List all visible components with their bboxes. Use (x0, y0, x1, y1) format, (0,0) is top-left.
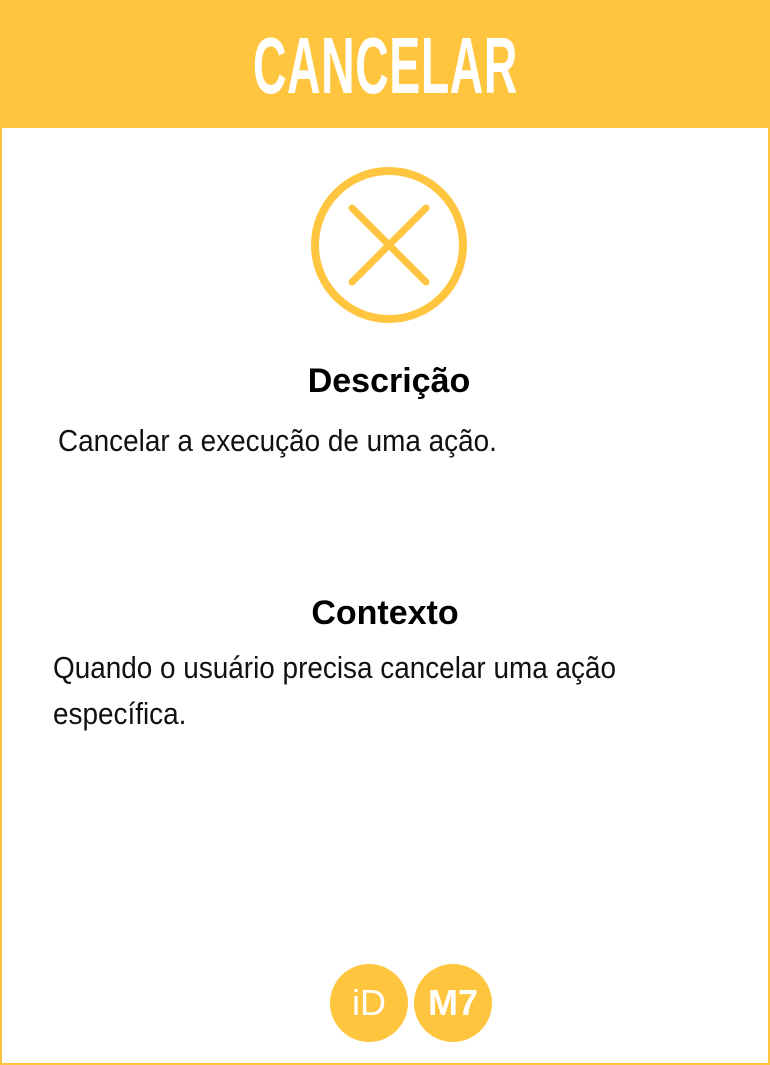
description-heading: Descrição (307, 362, 471, 400)
description-text: Cancelar a execução de uma ação. (58, 423, 497, 458)
card (0, 0, 770, 1065)
badge-id: iD (330, 964, 408, 1042)
badge-m7: M7 (414, 964, 492, 1042)
cancel-circle-x-icon (311, 167, 467, 323)
context-text: Quando o usuário precisa cancelar uma aç… (53, 650, 616, 731)
card-title: CANCELAR (252, 21, 518, 110)
context-heading: Contexto (311, 594, 459, 632)
card-header: CANCELAR (0, 0, 770, 128)
